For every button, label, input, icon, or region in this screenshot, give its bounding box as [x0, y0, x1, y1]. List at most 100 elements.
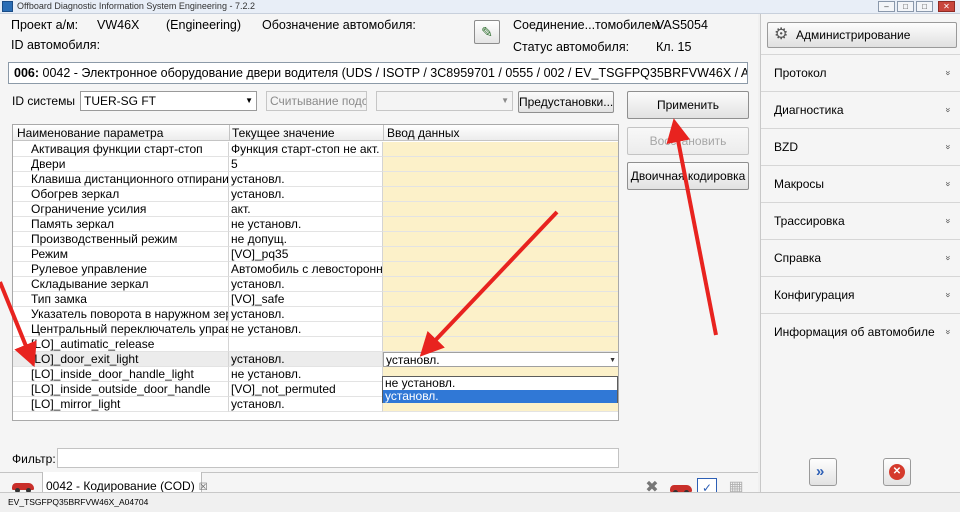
binary-coding-button[interactable]: Двоичная кодировка — [627, 162, 749, 190]
project-value: VW46X — [97, 18, 140, 32]
close-window-button[interactable]: ✕ — [938, 1, 955, 12]
column-header-name[interactable]: Наименование параметра — [17, 126, 163, 140]
data-input-cell[interactable] — [383, 337, 618, 352]
table-row[interactable]: Активация функции старт-стоп Функция стар… — [13, 142, 618, 157]
gear-icon: ⚙ — [774, 26, 789, 43]
data-input-cell[interactable] — [383, 202, 618, 217]
connection-value: VAS5054 — [656, 18, 708, 32]
data-input-cell-active[interactable]: установл. ▼ — [383, 352, 618, 367]
minimize-button[interactable]: – — [878, 1, 895, 12]
data-input-cell[interactable] — [383, 187, 618, 202]
parameter-name-cell[interactable]: Центральный переключатель управления — [13, 322, 229, 337]
data-input-cell[interactable] — [383, 232, 618, 247]
sidebar-item-label: Трассировка — [774, 214, 845, 228]
sidebar-item[interactable]: Трассировка » — [761, 202, 960, 239]
parameter-name-cell[interactable]: Производственный режим — [13, 232, 229, 247]
chevron-down-icon[interactable]: ▼ — [609, 354, 616, 366]
data-input-cell[interactable] — [383, 217, 618, 232]
parameter-name-cell[interactable]: Память зеркал — [13, 217, 229, 232]
parameter-name-cell[interactable]: Режим — [13, 247, 229, 262]
sidebar-item[interactable]: Протокол » — [761, 54, 960, 91]
filter-label: Фильтр: — [12, 452, 56, 466]
sidebar-item[interactable]: Информация об автомобиле » — [761, 313, 960, 350]
table-row[interactable]: Двери 5 — [13, 157, 618, 172]
parameter-name-cell[interactable]: [LO]_inside_door_handle_light — [13, 367, 229, 382]
sidebar-item[interactable]: Справка » — [761, 239, 960, 276]
parameter-name-cell[interactable]: [LO]_inside_outside_door_handle — [13, 382, 229, 397]
forward-button[interactable]: » — [809, 458, 837, 486]
sidebar: ⚙ Администрирование Протокол» Диагностика… — [760, 14, 960, 492]
sidebar-item[interactable]: Конфигурация » — [761, 276, 960, 313]
table-row[interactable]: Память зеркал не установл. — [13, 217, 618, 232]
vehicle-status-value: Кл. 15 — [656, 40, 692, 54]
system-id-select[interactable]: TUER-SG FT ▼ — [80, 91, 257, 111]
stop-button[interactable]: ✕ — [883, 458, 911, 486]
table-header: Наименование параметра Текущее значение … — [13, 125, 618, 141]
data-input-cell[interactable] — [383, 292, 618, 307]
table-row[interactable]: Обогрев зеркал установл. — [13, 187, 618, 202]
table-row[interactable]: Клавиша дистанционного отпирания крышки … — [13, 172, 618, 187]
parameter-name-cell[interactable]: Тип замка — [13, 292, 229, 307]
sidebar-item[interactable]: Макросы » — [761, 165, 960, 202]
sidebar-item-label: Конфигурация — [774, 288, 855, 302]
data-input-cell[interactable] — [383, 172, 618, 187]
data-input-cell[interactable] — [383, 277, 618, 292]
sidebar-item[interactable]: BZD » — [761, 128, 960, 165]
parameter-name-cell[interactable]: Рулевое управление — [13, 262, 229, 277]
data-input-cell[interactable] — [383, 142, 618, 157]
current-value-cell — [229, 337, 383, 352]
current-value-cell: не установл. — [229, 367, 383, 382]
data-input-value: установл. — [386, 353, 440, 367]
current-value-cell: не установл. — [229, 322, 383, 337]
data-input-cell[interactable] — [383, 322, 618, 337]
parameter-name-cell[interactable]: Указатель поворота в наружном зеркале — [13, 307, 229, 322]
presets-button[interactable]: Предустановки... — [518, 91, 614, 113]
system-id-label: ID системы — [12, 94, 75, 108]
read-subsystem-field[interactable]: Считывание подси — [266, 91, 367, 111]
parameter-name-cell[interactable]: Ограничение усилия — [13, 202, 229, 217]
subsystem-select[interactable]: ▼ — [376, 91, 513, 111]
parameter-name-cell[interactable]: [LO]_mirror_light — [13, 397, 229, 412]
data-input-cell[interactable] — [383, 157, 618, 172]
parameter-name-cell[interactable]: Активация функции старт-стоп — [13, 142, 229, 157]
table-row[interactable]: Рулевое управление Автомобиль с левосторо… — [13, 262, 618, 277]
restore-window-button[interactable]: □ — [916, 1, 933, 12]
current-value-cell: Функция старт-стоп не акт. ... — [229, 142, 383, 157]
administration-button[interactable]: ⚙ Администрирование — [767, 22, 957, 48]
table-row[interactable]: Ограничение усилия акт. — [13, 202, 618, 217]
data-input-cell[interactable] — [383, 247, 618, 262]
car-icon — [12, 480, 34, 493]
parameter-name-cell[interactable]: Клавиша дистанционного отпирания крышки … — [13, 172, 229, 187]
table-row[interactable]: Указатель поворота в наружном зеркалеуст… — [13, 307, 618, 322]
parameter-name-cell[interactable]: Обогрев зеркал — [13, 187, 229, 202]
maximize-button[interactable]: □ — [897, 1, 914, 12]
parameter-name-cell[interactable]: [LO]_autimatic_release — [13, 337, 229, 352]
edit-note-button[interactable]: ✎ — [474, 20, 500, 44]
table-row[interactable]: [LO]_autimatic_release — [13, 337, 618, 352]
parameter-name-cell[interactable]: Складывание зеркал — [13, 277, 229, 292]
parameter-name-cell[interactable]: Двери — [13, 157, 229, 172]
restore-button[interactable]: Восстановить — [627, 127, 749, 155]
sidebar-item[interactable]: Диагностика » — [761, 91, 960, 128]
double-chevron-right-icon: » — [816, 463, 825, 480]
table-row[interactable]: Режим [VO]_pq35 — [13, 247, 618, 262]
data-input-cell[interactable] — [383, 307, 618, 322]
apply-button[interactable]: Применить — [627, 91, 749, 119]
vehicle-status-label: Статус автомобиля: — [513, 40, 630, 54]
table-row[interactable]: [LO]_door_exit_light установл. установл. ▼ — [13, 352, 618, 367]
edit-note-icon: ✎ — [481, 24, 493, 40]
filter-input[interactable] — [57, 448, 619, 468]
title-bar: Offboard Diagnostic Information System E… — [0, 0, 960, 14]
table-row[interactable]: Складывание зеркал установл. — [13, 277, 618, 292]
dropdown-option-selected[interactable]: установл. — [383, 390, 617, 403]
control-unit-header: 006: 0042 - Электронное оборудование две… — [8, 62, 748, 84]
parameter-name-cell[interactable]: [LO]_door_exit_light — [13, 352, 229, 367]
data-input-cell[interactable] — [383, 262, 618, 277]
current-value-cell: [VO]_not_permuted — [229, 382, 383, 397]
table-row[interactable]: Центральный переключатель управленияне у… — [13, 322, 618, 337]
table-row[interactable]: Тип замка [VO]_safe — [13, 292, 618, 307]
column-header-input[interactable]: Ввод данных — [387, 126, 460, 140]
column-header-current[interactable]: Текущее значение — [232, 126, 335, 140]
close-circle-icon: ✕ — [889, 464, 905, 480]
table-row[interactable]: Производственный режим не допущ. — [13, 232, 618, 247]
